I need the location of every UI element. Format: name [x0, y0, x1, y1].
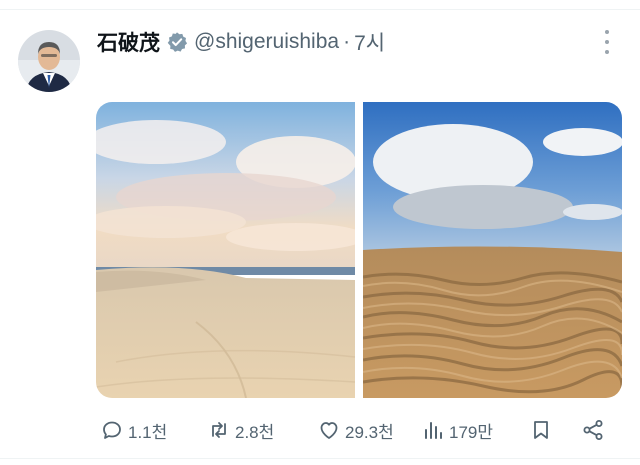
repost-icon — [207, 418, 231, 442]
views-chart-icon — [421, 418, 445, 442]
verified-badge-icon — [166, 31, 188, 53]
repost-button[interactable]: 2.8천 — [207, 412, 274, 448]
photo-dunes-sunrise[interactable] — [96, 102, 355, 398]
post-timestamp[interactable]: 7시 — [354, 27, 385, 57]
top-divider — [0, 9, 640, 10]
header-separator: · — [343, 30, 351, 53]
share-button[interactable] — [581, 412, 609, 448]
views-button[interactable]: 179만 — [421, 412, 493, 448]
repost-count: 2.8천 — [235, 422, 275, 442]
bookmark-button[interactable] — [529, 412, 557, 448]
avatar[interactable] — [18, 30, 80, 92]
reply-button[interactable]: 1.1천 — [100, 412, 167, 448]
more-options-icon[interactable] — [600, 30, 614, 54]
reply-icon — [100, 418, 124, 442]
action-bar: 1.1천 2.8천 29.3천 179만 — [0, 412, 640, 448]
heart-icon — [317, 418, 341, 442]
media-grid — [96, 102, 622, 398]
like-button[interactable]: 29.3천 — [317, 412, 394, 448]
like-count: 29.3천 — [345, 422, 394, 442]
bottom-divider — [0, 458, 640, 459]
views-count: 179만 — [449, 422, 494, 442]
photo-dunes-ripples[interactable] — [363, 102, 622, 398]
reply-count: 1.1천 — [128, 422, 168, 442]
bookmark-icon — [529, 418, 553, 442]
post-header: 石破茂 @shigeruishiba · 7시 — [97, 26, 385, 58]
author-handle[interactable]: @shigeruishiba — [194, 30, 339, 54]
author-name[interactable]: 石破茂 — [97, 27, 160, 57]
share-icon — [581, 418, 605, 442]
